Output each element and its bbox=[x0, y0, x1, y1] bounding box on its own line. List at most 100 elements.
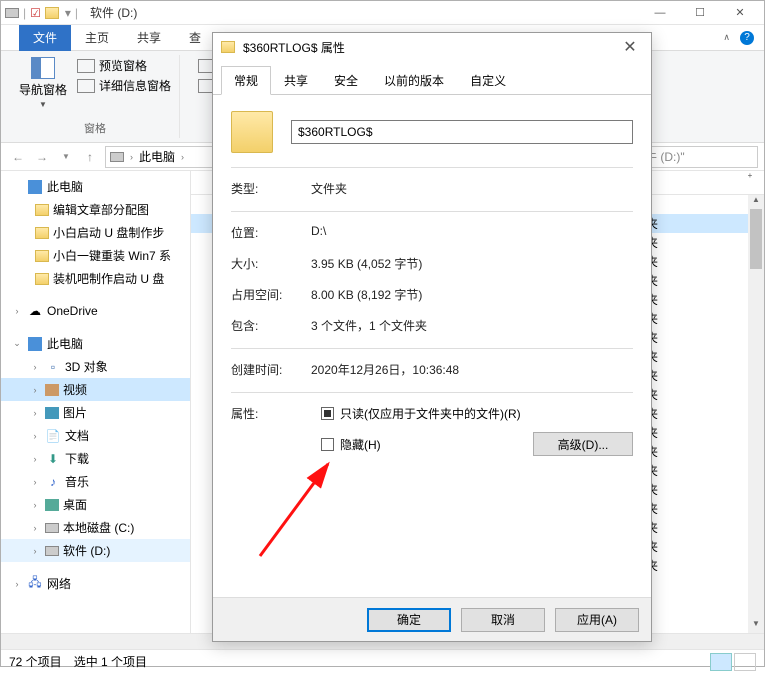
help-icon[interactable]: ? bbox=[740, 31, 754, 45]
tab-general[interactable]: 常规 bbox=[221, 66, 271, 95]
scroll-up-icon[interactable]: ▲ bbox=[748, 195, 764, 209]
fwd-button[interactable]: → bbox=[31, 146, 53, 168]
val-contains: 3 个文件，1 个文件夹 bbox=[311, 317, 633, 334]
drive-icon bbox=[5, 8, 19, 18]
tree-music[interactable]: ›♪音乐 bbox=[1, 470, 190, 493]
ribbon-collapse-icon[interactable]: ∧ bbox=[723, 32, 730, 43]
3d-icon: ▫ bbox=[45, 359, 61, 375]
view-details-button[interactable] bbox=[710, 653, 732, 671]
dialog-body: 类型:文件夹 位置:D:\ 大小:3.95 KB (4,052 字节) 占用空间… bbox=[213, 95, 651, 597]
separator bbox=[231, 348, 633, 349]
checkbox-indeterminate-icon bbox=[321, 407, 334, 420]
up-button[interactable]: ↑ bbox=[79, 146, 101, 168]
tree-this-pc[interactable]: 此电脑 bbox=[1, 175, 190, 198]
dialog-close-button[interactable]: ✕ bbox=[617, 37, 643, 57]
tree-item[interactable]: 编辑文章部分配图 bbox=[1, 198, 190, 221]
tree-item[interactable]: 小白一键重装 Win7 系 bbox=[1, 244, 190, 267]
tab-customize[interactable]: 自定义 bbox=[457, 66, 519, 95]
nav-tree[interactable]: 此电脑 编辑文章部分配图 小白启动 U 盘制作步 小白一键重装 Win7 系 装… bbox=[1, 171, 191, 633]
tree-pictures[interactable]: ›图片 bbox=[1, 401, 190, 424]
tree-item[interactable]: 装机吧制作启动 U 盘 bbox=[1, 267, 190, 290]
recent-button[interactable]: ▼ bbox=[55, 146, 77, 168]
minimize-button[interactable]: — bbox=[640, 2, 680, 24]
tree-cdrive[interactable]: ›本地磁盘 (C:) bbox=[1, 516, 190, 539]
readonly-checkbox[interactable]: 只读(仅应用于文件夹中的文件)(R) bbox=[321, 405, 633, 422]
cancel-button[interactable]: 取消 bbox=[461, 608, 545, 632]
window-title: 软件 (D:) bbox=[90, 4, 137, 21]
dialog-folder-icon bbox=[221, 41, 235, 53]
dialog-buttons: 确定 取消 应用(A) bbox=[213, 597, 651, 641]
col-menu-icon[interactable]: + bbox=[736, 171, 764, 194]
nav-pane-label: 导航窗格 bbox=[19, 81, 67, 98]
ribbon-group-panes: 导航窗格 ▼ 预览窗格 详细信息窗格 窗格 bbox=[11, 55, 180, 138]
tab-previous-versions[interactable]: 以前的版本 bbox=[371, 66, 457, 95]
drive-icon bbox=[45, 546, 59, 556]
hidden-checkbox[interactable]: 隐藏(H) bbox=[321, 436, 523, 453]
tree-docs[interactable]: ›📄文档 bbox=[1, 424, 190, 447]
separator bbox=[231, 167, 633, 168]
folder-name-input[interactable] bbox=[291, 120, 633, 144]
tab-file[interactable]: 文件 bbox=[19, 25, 71, 51]
tree-ddrive[interactable]: ›软件 (D:) bbox=[1, 539, 190, 562]
advanced-button[interactable]: 高级(D)... bbox=[533, 432, 633, 456]
tree-onedrive[interactable]: ›☁OneDrive bbox=[1, 300, 190, 322]
lbl-created: 创建时间: bbox=[231, 361, 311, 378]
search-input[interactable]: 牛 (D:)" bbox=[638, 146, 758, 168]
lbl-contains: 包含: bbox=[231, 317, 311, 334]
apply-button[interactable]: 应用(A) bbox=[555, 608, 639, 632]
tree-video[interactable]: ›视频 bbox=[1, 378, 190, 401]
preview-pane-icon bbox=[77, 59, 95, 73]
dialog-title: $360RTLOG$ 属性 bbox=[243, 39, 345, 56]
network-icon: 🖧 bbox=[27, 576, 43, 592]
checkbox-empty-icon bbox=[321, 438, 334, 451]
detail-pane-button[interactable]: 详细信息窗格 bbox=[77, 77, 171, 94]
lbl-disk: 占用空间: bbox=[231, 286, 311, 303]
dropdown-icon: ▼ bbox=[39, 100, 47, 109]
status-selection: 选中 1 个项目 bbox=[74, 653, 147, 670]
ribbon-group-label: 窗格 bbox=[19, 120, 171, 136]
title-bar: | ☑ ▾ | 软件 (D:) — ☐ ✕ bbox=[1, 1, 764, 25]
separator bbox=[231, 211, 633, 212]
ok-button[interactable]: 确定 bbox=[367, 608, 451, 632]
lbl-type: 类型: bbox=[231, 180, 311, 197]
tree-3d[interactable]: ›▫3D 对象 bbox=[1, 355, 190, 378]
folder-icon bbox=[35, 273, 49, 285]
dialog-title-bar[interactable]: $360RTLOG$ 属性 ✕ bbox=[213, 33, 651, 61]
crumb-this-pc[interactable]: 此电脑 bbox=[139, 148, 175, 165]
detail-pane-icon bbox=[77, 79, 95, 93]
video-icon bbox=[45, 384, 59, 396]
status-bar: 72 个项目 选中 1 个项目 bbox=[1, 649, 764, 673]
scroll-thumb[interactable] bbox=[750, 209, 762, 269]
tab-sharing[interactable]: 共享 bbox=[271, 66, 321, 95]
tree-downloads[interactable]: ›⬇下载 bbox=[1, 447, 190, 470]
tree-item[interactable]: 小白启动 U 盘制作步 bbox=[1, 221, 190, 244]
preview-pane-button[interactable]: 预览窗格 bbox=[77, 57, 147, 74]
dialog-tabs: 常规 共享 安全 以前的版本 自定义 bbox=[213, 65, 651, 95]
tab-view[interactable]: 查 bbox=[175, 25, 215, 51]
tree-this-pc-2[interactable]: ⌄此电脑 bbox=[1, 332, 190, 355]
val-location: D:\ bbox=[311, 224, 633, 241]
folder-icon bbox=[35, 227, 49, 239]
tree-network[interactable]: ›🖧网络 bbox=[1, 572, 190, 595]
maximize-button[interactable]: ☐ bbox=[680, 2, 720, 24]
tab-security[interactable]: 安全 bbox=[321, 66, 371, 95]
val-disk: 8.00 KB (8,192 字节) bbox=[311, 286, 633, 303]
addr-chevron-icon2[interactable]: › bbox=[181, 152, 184, 162]
qat-check-icon[interactable]: ☑ bbox=[30, 6, 41, 20]
pc-icon bbox=[28, 180, 42, 194]
cloud-icon: ☁ bbox=[27, 303, 43, 319]
view-large-button[interactable] bbox=[734, 653, 756, 671]
tree-desktop[interactable]: ›桌面 bbox=[1, 493, 190, 516]
addr-chevron-icon[interactable]: › bbox=[130, 152, 133, 162]
tab-share[interactable]: 共享 bbox=[123, 25, 175, 51]
back-button[interactable]: ← bbox=[7, 146, 29, 168]
nav-pane-button[interactable]: 导航窗格 ▼ bbox=[19, 57, 67, 109]
close-button[interactable]: ✕ bbox=[720, 2, 760, 24]
lbl-size: 大小: bbox=[231, 255, 311, 272]
tab-home[interactable]: 主页 bbox=[71, 25, 123, 51]
scroll-down-icon[interactable]: ▼ bbox=[748, 619, 764, 633]
qat-overflow-icon[interactable]: ▾ bbox=[65, 6, 71, 20]
folder-icon bbox=[35, 204, 49, 216]
qat-folder-icon[interactable] bbox=[45, 7, 59, 19]
vertical-scrollbar[interactable]: ▲ ▼ bbox=[748, 195, 764, 633]
